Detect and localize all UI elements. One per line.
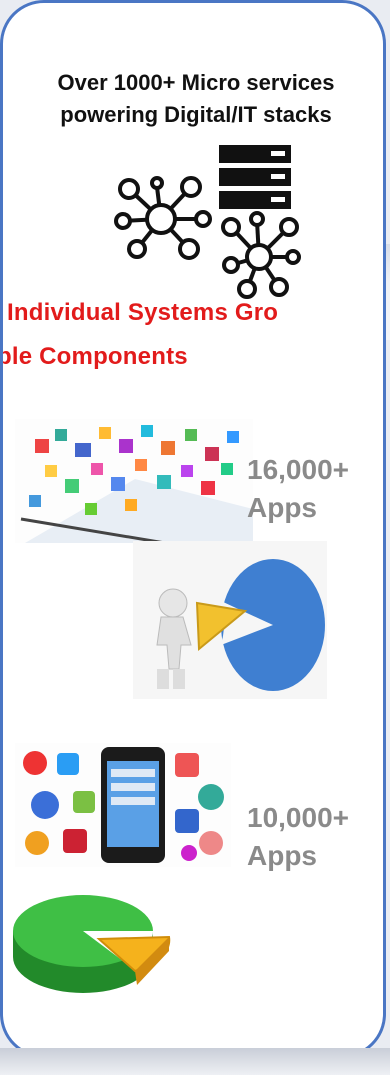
app-cloud-image <box>15 419 253 543</box>
app-phone-image <box>15 743 231 867</box>
network-graph-icon <box>114 176 212 260</box>
banner-line-1: Individual Systems Gro <box>7 299 279 326</box>
stat-unit: Apps <box>247 840 317 871</box>
banner-line-2: ble Components <box>0 343 188 370</box>
stat-value: 16,000+ <box>247 454 349 485</box>
stat-apps-10000: 10,000+ Apps <box>247 799 349 875</box>
bottom-shade <box>0 1048 390 1075</box>
network-graph-icon <box>221 211 301 299</box>
stat-value: 10,000+ <box>247 802 349 833</box>
stat-unit: Apps <box>247 492 317 523</box>
headline: Over 1000+ Micro services powering Digit… <box>3 67 383 131</box>
headline-line-1: Over 1000+ Micro services <box>57 70 335 95</box>
content-card: Over 1000+ Micro services powering Digit… <box>0 0 386 1058</box>
green-pie-chart-image <box>13 895 171 993</box>
headline-line-2: powering Digital/IT stacks <box>60 102 332 127</box>
stat-apps-16000: 16,000+ Apps <box>247 451 349 527</box>
server-stack-icon <box>219 145 291 209</box>
blue-pie-chart-image <box>133 541 327 699</box>
